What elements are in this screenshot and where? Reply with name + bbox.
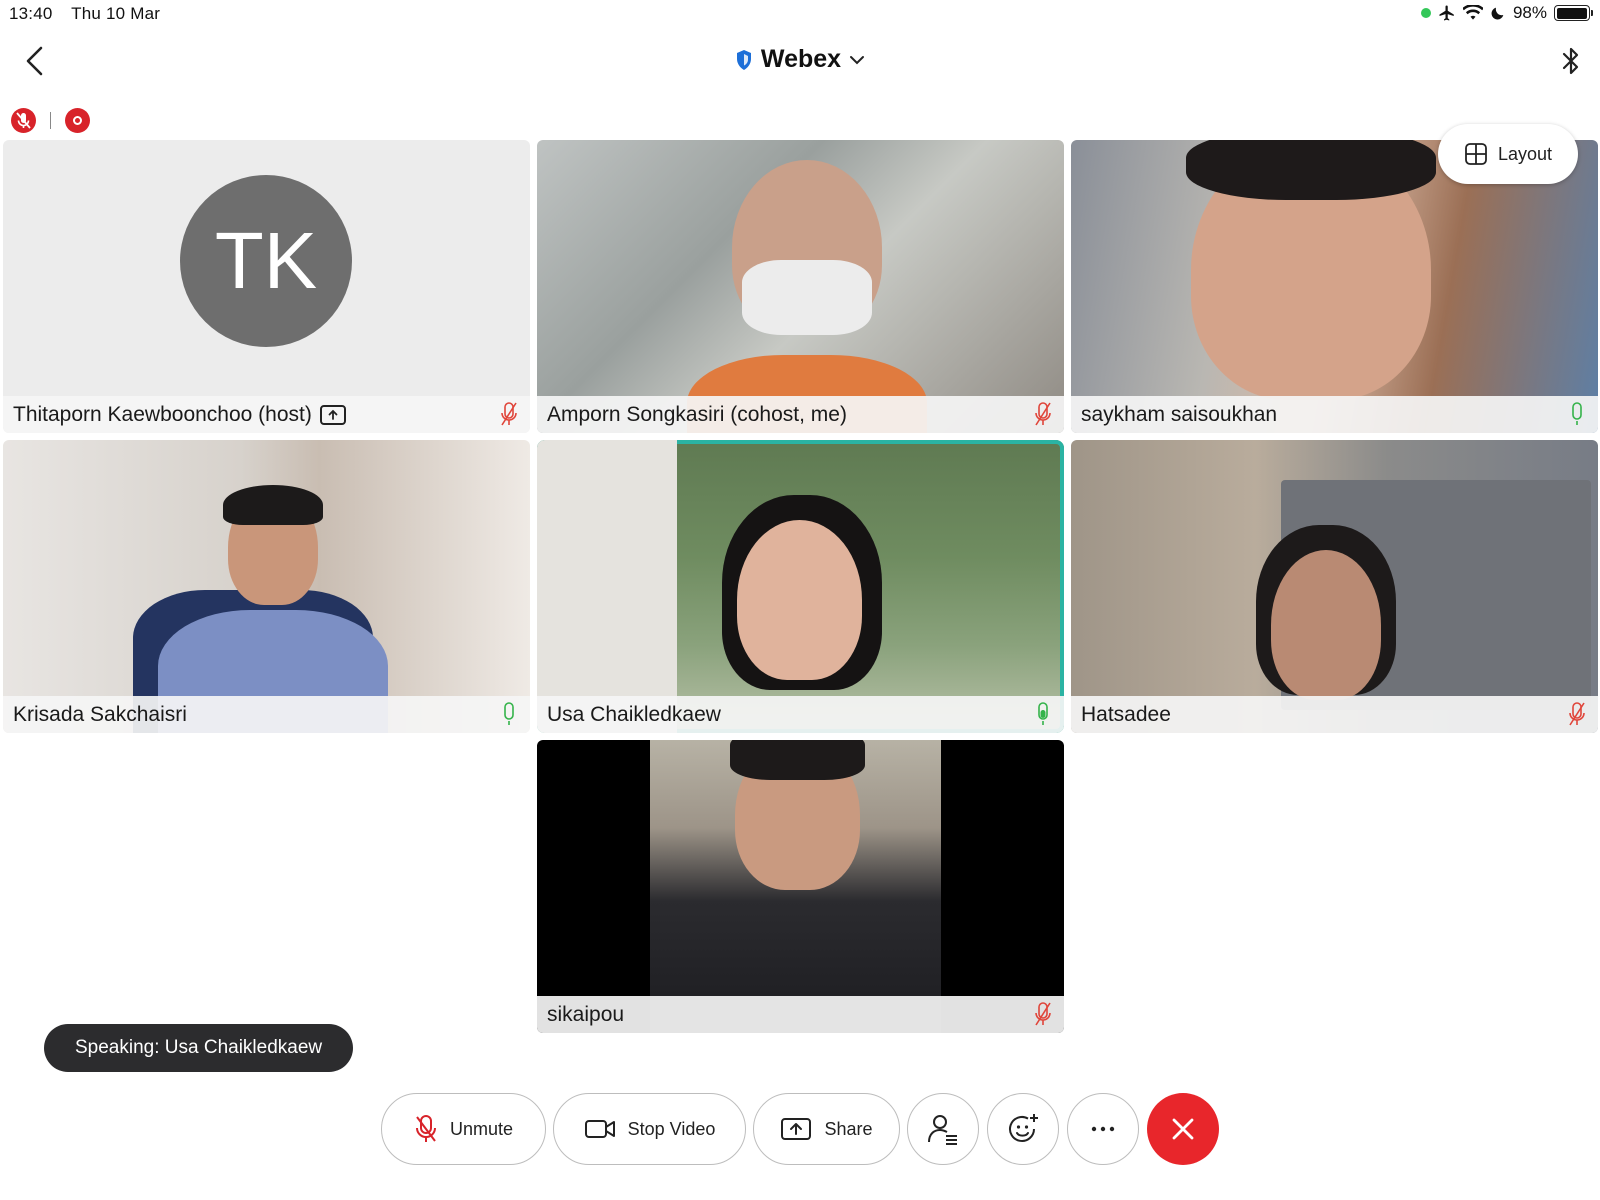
layout-label: Layout [1497, 143, 1553, 164]
mic-speaking-icon [1038, 702, 1048, 725]
share-label: Share [824, 1118, 873, 1139]
wifi-icon [1462, 5, 1483, 20]
mic-on-icon [504, 702, 514, 725]
battery-fill [1556, 7, 1587, 19]
mic-muted-icon [415, 1115, 436, 1142]
stop-video-button[interactable]: Stop Video [553, 1093, 746, 1165]
status-date: Thu 10 Mar [71, 4, 161, 23]
participant-video-hair [1186, 140, 1436, 200]
participant-video-hair [223, 485, 323, 525]
participant-tile[interactable]: Hatsadee [1071, 440, 1598, 733]
participant-tile-active-speaker[interactable]: Usa Chaikledkaew [537, 440, 1064, 733]
participant-video-face [1271, 550, 1381, 700]
shield-icon [736, 49, 751, 70]
unmute-button[interactable]: Unmute [381, 1093, 546, 1165]
window-wall [537, 440, 677, 733]
reactions-button[interactable] [987, 1093, 1059, 1165]
grid-layout-icon [1465, 143, 1487, 165]
participant-name: Hatsadee [1081, 702, 1171, 726]
bluetooth-icon[interactable] [1558, 44, 1584, 78]
speaking-toast: Speaking: Usa Chaikledkaew [44, 1024, 354, 1072]
participant-name: Usa Chaikledkaew [547, 702, 721, 726]
recording-indicator-icon [65, 108, 90, 133]
more-dots-icon [1091, 1126, 1115, 1132]
name-bar: Amporn Songkasiri (cohost, me) [537, 396, 1064, 433]
participant-video-face [737, 520, 862, 680]
mic-on-icon [1572, 402, 1582, 425]
mic-muted-icon [1035, 402, 1051, 426]
mic-muted-icon [1035, 1002, 1051, 1026]
status-bar-left: 13:40 Thu 10 Mar [9, 4, 174, 24]
participants-list-icon [928, 1115, 957, 1145]
video-camera-icon [584, 1120, 615, 1138]
participant-tile[interactable]: Krisada Sakchaisri [3, 440, 530, 733]
participant-video [650, 740, 941, 1033]
camera-in-use-icon [1420, 8, 1431, 18]
emoji-add-icon [1009, 1114, 1038, 1142]
chevron-down-icon [850, 55, 865, 64]
indicator-divider [50, 112, 51, 129]
muted-indicator-icon [11, 108, 36, 133]
participant-tile[interactable]: Amporn Songkasiri (cohost, me) [537, 140, 1064, 433]
stop-video-label: Stop Video [627, 1118, 716, 1139]
status-time: 13:40 [9, 4, 53, 23]
name-bar: Thitaporn Kaewboonchoo (host) [3, 396, 530, 433]
share-screen-icon [781, 1118, 812, 1140]
sharing-icon [319, 404, 346, 425]
participant-name: Thitaporn Kaewboonchoo (host) [13, 402, 312, 426]
name-bar: saykham saisoukhan [1071, 396, 1598, 433]
participant-name: saykham saisoukhan [1081, 402, 1278, 426]
participant-name: Krisada Sakchaisri [13, 702, 187, 726]
avatar: TK [180, 175, 352, 347]
airplane-mode-icon [1439, 5, 1454, 21]
close-icon [1172, 1118, 1194, 1140]
status-bar-right: 98% [1420, 3, 1593, 23]
name-bar: Usa Chaikledkaew [537, 696, 1064, 733]
mic-muted-icon [1569, 702, 1585, 726]
more-options-button[interactable] [1067, 1093, 1139, 1165]
name-bar: Krisada Sakchaisri [3, 696, 530, 733]
do-not-disturb-moon-icon [1491, 7, 1504, 20]
battery-icon [1554, 5, 1593, 21]
layout-button[interactable]: Layout [1438, 124, 1578, 184]
participant-tile[interactable]: sikaipou [537, 740, 1064, 1033]
meeting-title-dropdown[interactable]: Webex [0, 45, 1600, 74]
name-bar: sikaipou [537, 996, 1064, 1033]
battery-percent: 98% [1512, 3, 1547, 22]
participant-name: sikaipou [547, 1002, 625, 1026]
mic-muted-icon [501, 402, 517, 426]
end-call-button[interactable] [1147, 1093, 1219, 1165]
participant-name: Amporn Songkasiri (cohost, me) [547, 402, 847, 426]
share-button[interactable]: Share [753, 1093, 900, 1165]
participant-tile[interactable]: TK Thitaporn Kaewboonchoo (host) [3, 140, 530, 433]
unmute-label: Unmute [449, 1118, 514, 1139]
participant-video-hair [730, 740, 865, 780]
name-bar: Hatsadee [1071, 696, 1598, 733]
participants-button[interactable] [907, 1093, 979, 1165]
meeting-title: Webex [760, 45, 842, 73]
face-mask [742, 260, 872, 335]
